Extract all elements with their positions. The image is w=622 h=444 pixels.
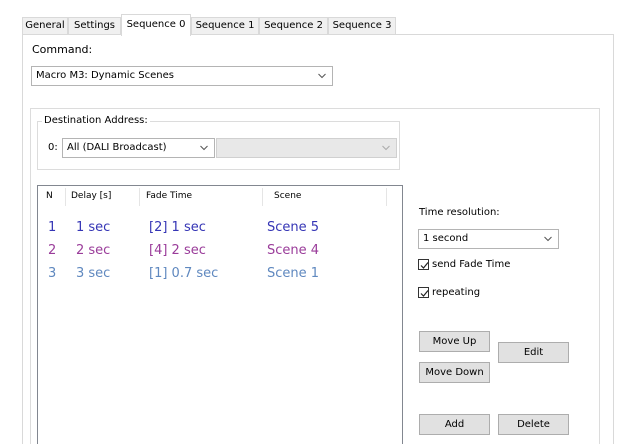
column-divider [139,188,140,206]
cell-n: 1 [48,220,57,235]
chevron-down-icon [200,145,208,151]
cell-scene: Scene 1 [267,266,320,281]
column-divider [65,188,66,206]
tab-bar: General Settings Sequence 0 Sequence 1 S… [22,14,622,36]
column-header-delay[interactable]: Delay [s] [71,186,111,206]
column-divider [386,188,387,206]
destination-prefix: 0: [48,142,58,153]
tab-general[interactable]: General [22,17,68,35]
destination-title: Destination Address: [42,115,150,126]
move-down-button[interactable]: Move Down [419,362,490,383]
cell-delay: 3 sec [76,266,111,281]
tab-sequence-2[interactable]: Sequence 2 [259,17,328,35]
time-resolution-label: Time resolution: [419,207,500,218]
column-header-n[interactable]: N [46,186,53,206]
chevron-down-icon [382,145,390,151]
destination-secondary-dropdown[interactable] [216,138,397,158]
cell-fade-time: [2] 1 sec [149,220,206,235]
chevron-down-icon [318,73,326,79]
cell-n: 3 [48,266,57,281]
cell-scene: Scene 5 [267,220,320,235]
tab-sequence-3[interactable]: Sequence 3 [328,17,396,35]
cell-scene: Scene 4 [267,243,320,258]
cell-fade-time: [4] 2 sec [149,243,206,258]
checkbox-box [418,259,429,270]
destination-value: All (DALI Broadcast) [67,142,167,153]
repeating-label: repeating [432,287,481,298]
move-up-button[interactable]: Move Up [419,331,490,352]
cell-n: 2 [48,243,57,258]
cell-fade-time: [1] 0.7 sec [149,266,219,281]
column-header-fade-time[interactable]: Fade Time [146,186,192,206]
cell-delay: 2 sec [76,243,111,258]
sequence-list[interactable]: N Delay [s] Fade Time Scene 1 1 sec [2] … [37,185,403,444]
column-header-scene[interactable]: Scene [274,186,301,206]
tab-settings[interactable]: Settings [68,17,121,35]
destination-dropdown[interactable]: All (DALI Broadcast) [62,138,215,158]
command-label: Command: [32,43,93,56]
column-divider [262,188,263,206]
tab-sequence-1[interactable]: Sequence 1 [191,17,259,35]
tab-sequence-0[interactable]: Sequence 0 [121,14,191,36]
add-button[interactable]: Add [419,414,490,435]
checkbox-box [418,287,429,298]
send-fade-time-label: send Fade Time [432,259,511,270]
delete-button[interactable]: Delete [498,414,569,435]
time-resolution-value: 1 second [423,233,469,244]
time-resolution-dropdown[interactable]: 1 second [418,229,559,249]
check-icon [420,290,429,297]
cell-delay: 1 sec [76,220,111,235]
check-icon [420,262,429,269]
repeating-checkbox[interactable]: repeating [418,286,538,300]
chevron-down-icon [544,236,552,242]
command-dropdown[interactable]: Macro M3: Dynamic Scenes [31,66,333,86]
command-value: Macro M3: Dynamic Scenes [36,70,174,81]
edit-button[interactable]: Edit [498,342,569,363]
send-fade-time-checkbox[interactable]: send Fade Time [418,258,558,272]
